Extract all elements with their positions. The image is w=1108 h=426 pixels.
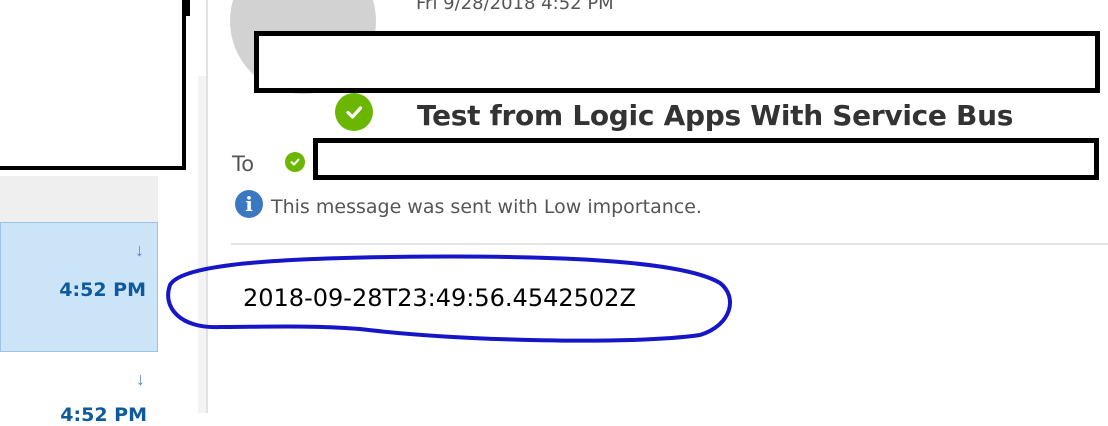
importance-notice: This message was sent with Low importanc… (271, 196, 702, 218)
down-arrow-icon: ↓ (135, 240, 144, 260)
list-item-time: 4:52 PM (59, 279, 146, 301)
message-list: ↓ 4:52 PM ↓ 4:52 PM (0, 0, 208, 426)
presence-badge (331, 89, 377, 135)
list-item[interactable]: ↓ 4:52 PM (0, 352, 158, 426)
list-item-unselected[interactable] (0, 176, 158, 222)
message-date: Fri 9/28/2018 4:52 PM (416, 0, 614, 14)
info-icon: i (235, 190, 263, 218)
redaction-box-edge (186, 0, 190, 16)
redaction-box-recipient (313, 138, 1099, 180)
annotation-ellipse (166, 254, 732, 343)
pane-divider[interactable] (206, 0, 208, 413)
presence-available-check-icon (335, 93, 373, 131)
to-label: To (232, 152, 255, 176)
redaction-box-sender (254, 31, 1100, 93)
message-subject: Test from Logic Apps With Service Bus (417, 99, 1014, 132)
list-item-time: 4:52 PM (60, 404, 147, 426)
presence-available-check-icon (285, 152, 305, 172)
down-arrow-icon: ↓ (136, 369, 145, 389)
redaction-box-list (0, 0, 186, 170)
list-item-selected[interactable]: ↓ 4:52 PM (0, 222, 158, 352)
